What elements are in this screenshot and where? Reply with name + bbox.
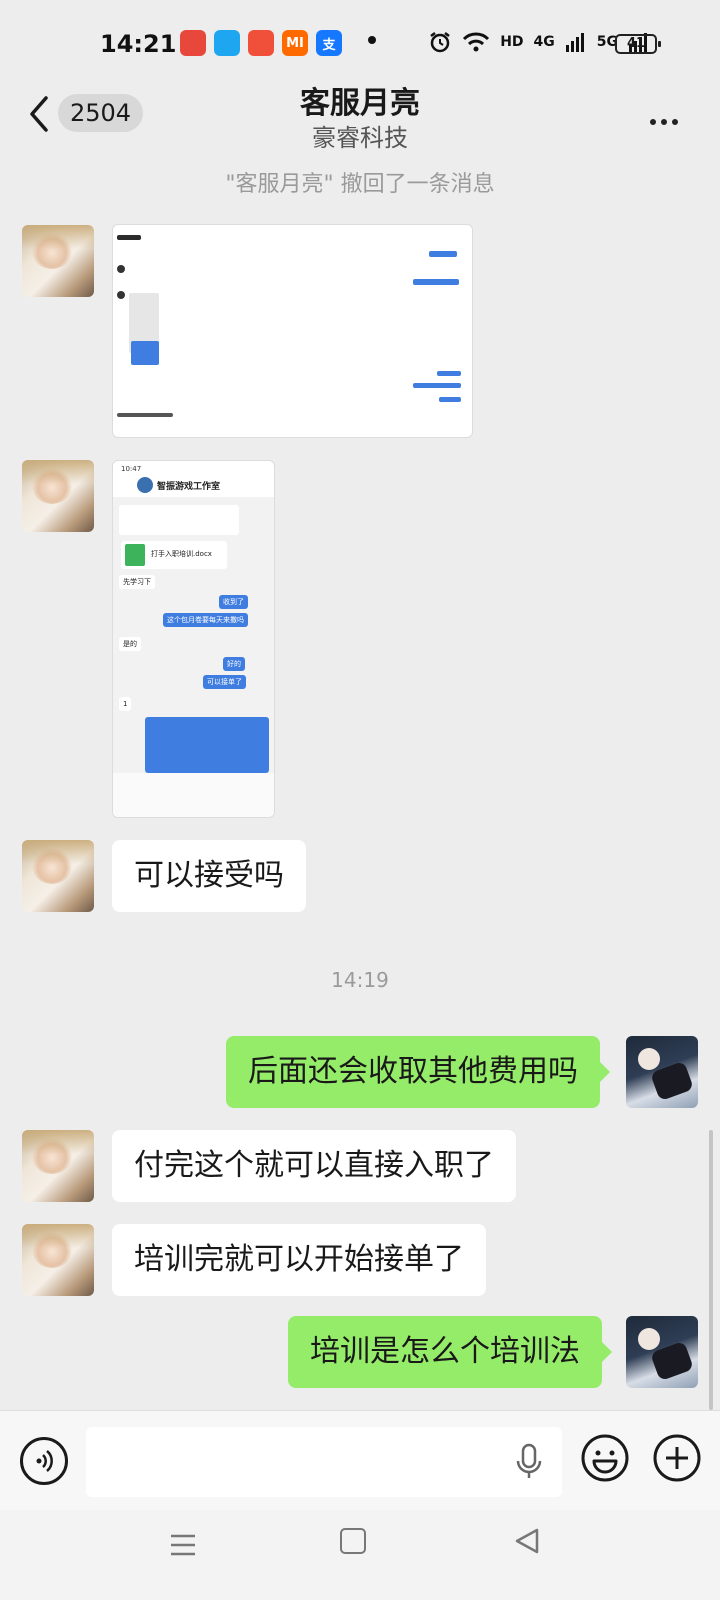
plus-icon[interactable] [652,1433,702,1483]
message-bubble-outgoing[interactable]: 后面还会收取其他费用吗 [226,1036,610,1108]
contact-avatar[interactable] [22,225,94,297]
message-bubble-incoming[interactable]: 培训完就可以开始接单了 [112,1224,486,1296]
qq-icon [214,30,240,56]
contact-avatar[interactable] [22,1224,94,1296]
voice-wave-icon [36,1450,53,1472]
message-bubble-outgoing[interactable]: 培训是怎么个培训法 [288,1316,612,1388]
hd-label: HD [500,34,524,50]
network-4g-label: 4G [533,34,555,50]
my-avatar[interactable] [626,1036,698,1108]
image-message-chat-screenshot[interactable]: 10:47 智振游戏工作室 打手入职培训.docx 先学习下 收到了 这个包月卷… [112,460,275,818]
maps-icon [180,30,206,56]
voice-input-button[interactable] [20,1437,68,1485]
alipay-icon: 支 [316,30,342,56]
more-options-button[interactable] [650,110,690,125]
microphone-icon[interactable] [516,1443,542,1481]
video-app-icon [248,30,274,56]
contact-avatar[interactable] [22,1130,94,1202]
chat-title: 客服月亮 [300,86,420,121]
message-timestamp: 14:19 [331,968,389,992]
message-bubble-incoming[interactable]: 可以接受吗 [112,840,306,912]
status-time: 14:21 [100,30,177,58]
mi-store-icon: MI [282,30,308,56]
chat-header: 2504 客服月亮 豪睿科技 [0,70,720,160]
notification-icons: MI 支 [180,30,342,56]
wifi-icon [463,32,490,52]
contact-avatar[interactable] [22,840,94,912]
battery-indicator: 41 [615,34,661,54]
alarm-icon [430,32,450,53]
input-bar [0,1410,720,1510]
signal-icon [565,33,584,52]
contact-avatar[interactable] [22,460,94,532]
more-notifications-dot [368,36,376,44]
back-triangle-icon[interactable] [512,1526,542,1556]
home-square-icon[interactable] [340,1528,366,1554]
my-avatar[interactable] [626,1316,698,1388]
message-input[interactable] [86,1427,562,1497]
scrollbar[interactable] [709,1130,713,1410]
menu-icon[interactable] [168,1530,198,1560]
image-message-screenshot[interactable] [112,224,473,438]
recall-notice: "客服月亮" 撤回了一条消息 [225,172,495,197]
chat-subtitle: 豪睿科技 [312,124,408,152]
message-bubble-incoming[interactable]: 付完这个就可以直接入职了 [112,1130,516,1202]
system-nav-bar [0,1510,720,1600]
emoji-icon[interactable] [580,1433,630,1483]
